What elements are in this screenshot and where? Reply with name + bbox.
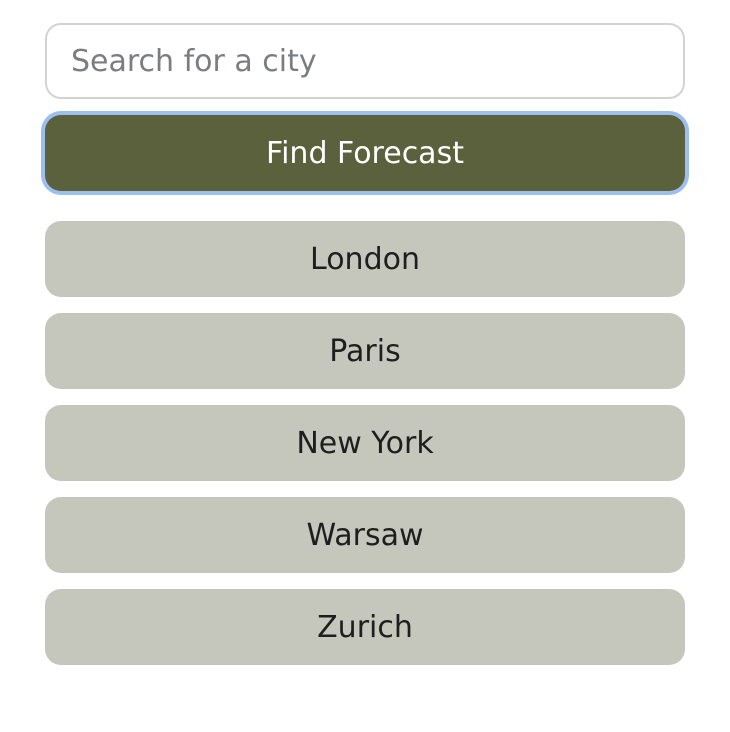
city-button-paris[interactable]: Paris xyxy=(45,313,685,389)
weather-search-panel: Find Forecast London Paris New York Wars… xyxy=(45,23,685,681)
city-search-input[interactable] xyxy=(45,23,685,99)
city-button-london[interactable]: London xyxy=(45,221,685,297)
city-button-zurich[interactable]: Zurich xyxy=(45,589,685,665)
city-button-new-york[interactable]: New York xyxy=(45,405,685,481)
city-button-warsaw[interactable]: Warsaw xyxy=(45,497,685,573)
find-forecast-button[interactable]: Find Forecast xyxy=(45,115,685,191)
city-shortcut-list: London Paris New York Warsaw Zurich xyxy=(45,221,685,665)
